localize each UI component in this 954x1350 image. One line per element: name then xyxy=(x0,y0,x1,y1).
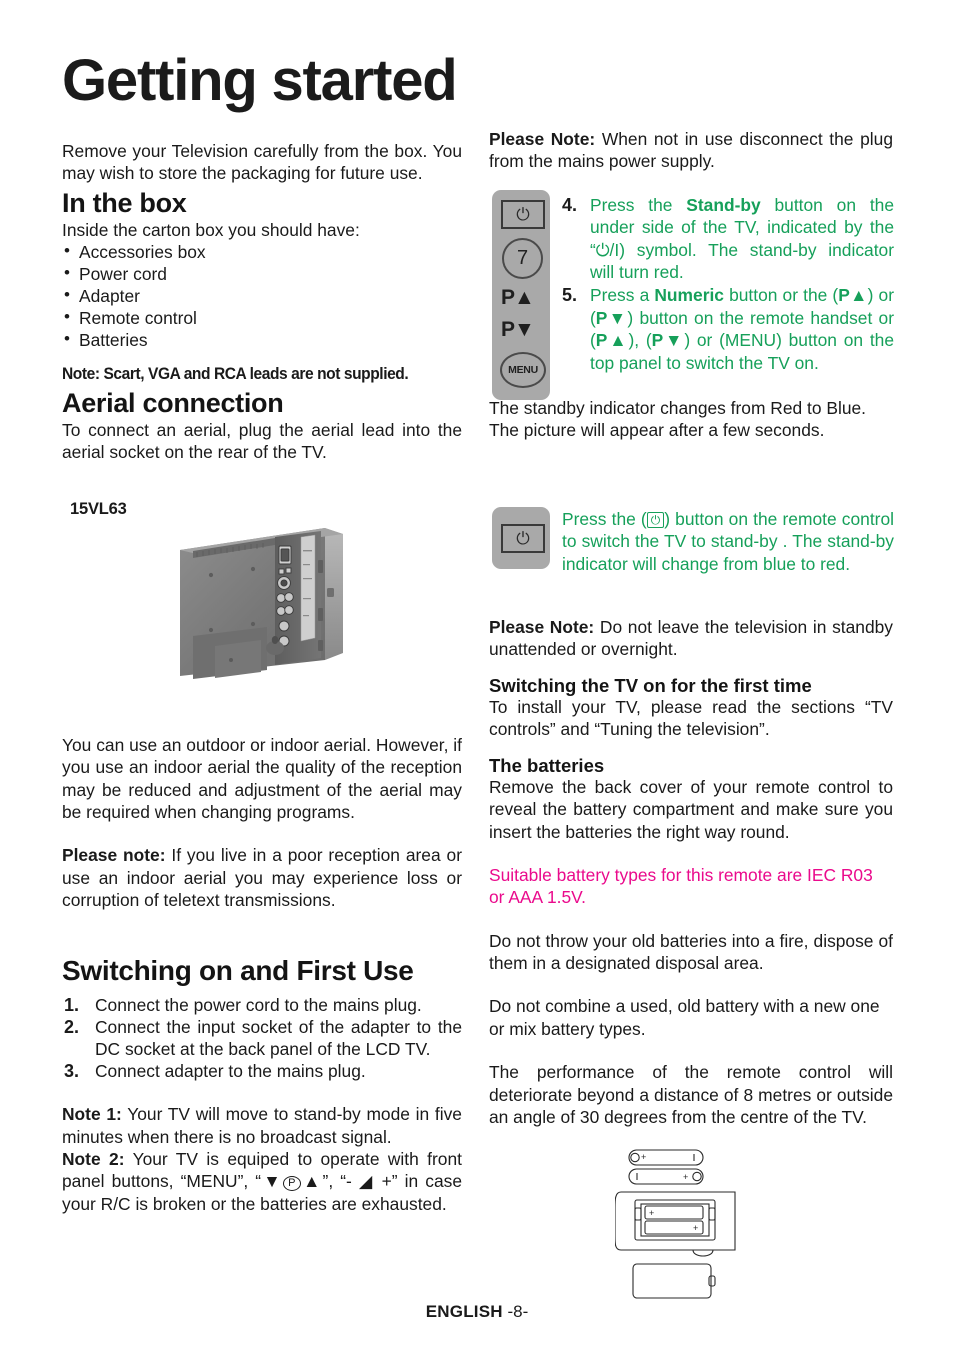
note-1: Note 1: Your TV will move to stand-by mo… xyxy=(62,1103,462,1148)
polarity-plus-4: + xyxy=(693,1223,698,1233)
remote-power-key: ⏻ xyxy=(501,524,545,553)
footer-page-number: -8- xyxy=(507,1302,529,1321)
step-5-p7: P▲ xyxy=(595,330,629,351)
polarity-plus-2: + xyxy=(683,1172,688,1182)
steps-ordered-list: 4. Press the Stand-by button on the under… xyxy=(562,194,894,374)
step-item: 3. Connect adapter to the mains plug. xyxy=(62,1060,462,1082)
heading-switching-on: Switching on and First Use xyxy=(62,955,414,986)
list-item: Batteries xyxy=(62,328,462,351)
suitable-battery-types: Suitable battery types for this remote a… xyxy=(489,865,873,908)
step-number: 4. xyxy=(562,195,578,215)
note-1-text: Your TV will move to stand-by mode in fi… xyxy=(62,1104,462,1147)
menu-key: MENU xyxy=(500,352,546,388)
step-5-p2: button or the ( xyxy=(723,285,839,306)
step-item-4: 4. Press the Stand-by button on the under… xyxy=(562,194,894,283)
step-5-p9: P▼ xyxy=(651,330,685,351)
after-steps-text: The standby indicator changes from Red t… xyxy=(489,398,867,441)
step-text: Connect the input socket of the adapter … xyxy=(95,1017,462,1060)
channel-number-label: 7 xyxy=(516,247,529,269)
standby-before-text: Press the ( xyxy=(562,509,647,529)
remote-standby-graphic: ⏻ xyxy=(492,507,550,569)
please-note-label: Please note: xyxy=(62,845,166,866)
tv-back-panel-photo xyxy=(175,520,360,690)
step-number: 5. xyxy=(562,285,578,306)
step-text: Connect adapter to the mains plug. xyxy=(95,1061,366,1082)
standby-instruction: Press the (⏻) button on the remote contr… xyxy=(562,508,894,575)
power-icon: ⏻ xyxy=(516,205,530,224)
please-note-label: Please Note: xyxy=(489,129,596,149)
note-2: Note 2: Your TV is equiped to operate wi… xyxy=(62,1148,462,1215)
step-number: 1. xyxy=(64,995,80,1016)
p-button-icon: P xyxy=(282,1176,301,1192)
right-column-lower: Please Note: Do not leave the television… xyxy=(489,616,893,1128)
footer-language: ENGLISH xyxy=(425,1302,503,1321)
power-icon: ⏻ xyxy=(516,529,530,548)
steps-4-5-list: 4. Press the Stand-by button on the under… xyxy=(562,194,894,374)
left-column: Remove your Television carefully from th… xyxy=(62,140,462,464)
p-up-key: P▲ xyxy=(501,286,535,309)
please-note-disconnect: Please Note: When not in use disconnect … xyxy=(489,128,893,173)
please-note-label: Please Note: xyxy=(489,617,595,637)
battery-insertion-diagram: + + + + xyxy=(614,1148,790,1303)
switching-on-section: Switching on and First Use 1. Connect the… xyxy=(62,952,462,1215)
step-number: 3. xyxy=(64,1061,80,1082)
step-4-p0: Press the xyxy=(590,195,687,215)
step-number: 2. xyxy=(64,1017,80,1038)
polarity-plus-1: + xyxy=(641,1152,646,1162)
left-column-lower: You can use an outdoor or indoor aerial.… xyxy=(62,734,462,912)
list-item: Remote control xyxy=(62,306,462,329)
power-button-key: ⏻ xyxy=(501,200,545,229)
aerial-followup-text: You can use an outdoor or indoor aerial.… xyxy=(62,735,462,823)
remote-range-text: The performance of the remote control wi… xyxy=(489,1062,893,1127)
list-item: Adapter xyxy=(62,284,462,307)
polarity-plus-3: + xyxy=(649,1208,654,1218)
heading-the-batteries: The batteries xyxy=(489,754,605,776)
step-5-p5: P▼ xyxy=(595,307,628,328)
aerial-connection-text: To connect an aerial, plug the aerial le… xyxy=(62,420,462,463)
heading-first-time: Switching the TV on for the first time xyxy=(489,674,812,696)
step-item: 1. Connect the power cord to the mains pl… xyxy=(62,994,462,1016)
first-time-text: To install your TV, please read the sect… xyxy=(489,696,893,740)
p-down-key: P▼ xyxy=(501,318,535,341)
leads-not-supplied-note: Note: Scart, VGA and RCA leads are not s… xyxy=(62,365,409,384)
page-footer: ENGLISH -8- xyxy=(0,1302,954,1322)
heading-in-the-box: In the box xyxy=(62,187,187,218)
please-note-reception: Please note: If you live in a poor recep… xyxy=(62,844,462,911)
step-text: Connect the power cord to the mains plug… xyxy=(95,995,422,1016)
step-5-p1: Numeric xyxy=(654,285,724,306)
battery-disposal-text: Do not throw your old batteries into a f… xyxy=(489,930,893,974)
channel-number-key: 7 xyxy=(502,238,543,279)
note-2-text-b: ▲”, “- xyxy=(300,1171,359,1192)
please-note-standby: Please Note: Do not leave the television… xyxy=(489,616,893,661)
list-item: Power cord xyxy=(62,262,462,285)
note-2-label: Note 2: xyxy=(62,1149,125,1170)
intro-paragraph: Remove your Television carefully from th… xyxy=(62,141,462,184)
right-column: Please Note: When not in use disconnect … xyxy=(489,128,893,173)
heading-aerial-connection: Aerial connection xyxy=(62,387,284,418)
manual-page: Getting started Remove your Television c… xyxy=(0,0,954,1350)
step-4-p1: Stand-by xyxy=(686,195,761,215)
step-5-p8: ), ( xyxy=(628,330,652,351)
note-1-label: Note 1: xyxy=(62,1104,122,1125)
step-5-p0: Press a xyxy=(590,285,655,306)
battery-mix-text: Do not combine a used, old battery with … xyxy=(489,996,880,1039)
model-label: 15VL63 xyxy=(70,500,127,518)
switching-on-steps: 1. Connect the power cord to the mains pl… xyxy=(62,994,462,1082)
tv-top-panel-graphic: ⏻ 7 P▲ P▼ MENU xyxy=(492,190,550,400)
batteries-text: Remove the back cover of your remote con… xyxy=(489,776,893,842)
step-item-5: 5. Press a Numeric button or the (P▲) or … xyxy=(562,284,894,373)
list-item: Accessories box xyxy=(62,240,462,263)
in-the-box-lead: Inside the carton box you should have: xyxy=(62,219,360,240)
step-item: 2. Connect the input socket of the adapte… xyxy=(62,1016,462,1060)
volume-icon: ◢ xyxy=(358,1171,375,1192)
in-the-box-list: Accessories box Power cord Adapter Remot… xyxy=(62,240,462,351)
after-steps-text-wrap: The standby indicator changes from Red t… xyxy=(489,397,893,442)
step-5-p3: P▲ xyxy=(838,285,868,306)
power-icon: ⏻ xyxy=(646,512,665,528)
page-title: Getting started xyxy=(62,48,458,113)
